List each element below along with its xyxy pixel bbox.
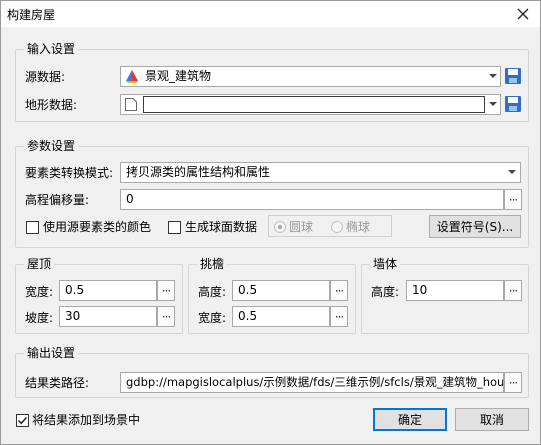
layer-icon <box>126 70 138 83</box>
result-path-label: 结果类路径: <box>25 376 90 390</box>
chevron-down-icon <box>489 74 497 78</box>
eaves-height-more-button[interactable]: ··· <box>330 280 348 301</box>
roof-width-input[interactable]: 0.5 <box>59 280 157 301</box>
terrain-data-save-button[interactable] <box>504 95 522 113</box>
sphere-radio-label: 圆球 <box>289 220 314 234</box>
param-settings-title: 参数设置 <box>24 138 79 154</box>
elevation-offset-value: 0 <box>126 192 134 206</box>
wall-title: 墙体 <box>370 256 401 272</box>
roof-slope-value: 30 <box>65 309 81 323</box>
blank-file-icon <box>125 98 137 111</box>
save-icon <box>505 96 521 112</box>
chevron-down-icon <box>508 170 516 174</box>
eaves-title: 挑檐 <box>197 256 228 272</box>
eaves-width-input[interactable]: 0.5 <box>232 306 330 327</box>
generate-sphere-checkbox[interactable] <box>168 221 181 234</box>
save-icon <box>505 68 521 84</box>
set-symbol-button[interactable]: 设置符号(S)... <box>429 215 521 238</box>
terrain-data-inner-field[interactable] <box>143 96 485 113</box>
close-button[interactable] <box>512 3 534 25</box>
sphere-type-radio-group <box>268 215 392 237</box>
roof-width-value: 0.5 <box>65 283 85 297</box>
source-data-dropdown-arrow[interactable] <box>485 67 501 86</box>
roof-slope-more-button[interactable]: ··· <box>157 306 175 327</box>
wall-height-more-button[interactable]: ··· <box>504 280 522 301</box>
source-data-label: 源数据: <box>25 70 66 84</box>
roof-slope-input[interactable]: 30 <box>59 306 157 327</box>
use-source-color-label: 使用源要素类的颜色 <box>43 220 152 234</box>
use-source-color-checkbox[interactable] <box>26 221 39 234</box>
generate-sphere-label: 生成球面数据 <box>185 220 258 234</box>
conversion-mode-dropdown-arrow[interactable] <box>504 163 520 182</box>
add-to-scene-checkbox[interactable] <box>16 414 29 427</box>
eaves-width-label: 宽度: <box>198 311 227 325</box>
conversion-mode-label: 要素类转换模式: <box>25 166 114 180</box>
wall-height-input[interactable]: 10 <box>406 280 504 301</box>
source-data-value: 景观_建筑物 <box>145 69 212 83</box>
build-house-dialog: 构建房屋 输入设置 源数据: 景观_建筑物 地形数据: 参数设置 要素类转换模式… <box>0 0 541 445</box>
sphere-radio[interactable] <box>274 221 286 233</box>
elevation-offset-more-button[interactable]: ··· <box>504 189 522 210</box>
wall-height-value: 10 <box>412 283 428 297</box>
title-bar: 构建房屋 <box>1 1 540 27</box>
conversion-mode-value: 拷贝源类的属性结构和属性 <box>126 165 271 179</box>
roof-width-label: 宽度: <box>25 285 54 299</box>
eaves-height-label: 高度: <box>198 285 227 299</box>
result-path-value: gdbp://mapgislocalplus/示例数据/fds/三维示例/sfc… <box>126 375 504 389</box>
source-data-save-button[interactable] <box>504 67 522 85</box>
ok-button[interactable]: 确定 <box>373 408 447 431</box>
output-settings-title: 输出设置 <box>24 345 79 361</box>
add-to-scene-label: 将结果添加到场景中 <box>32 413 141 427</box>
eaves-height-value: 0.5 <box>238 283 258 297</box>
eaves-height-input[interactable]: 0.5 <box>232 280 330 301</box>
source-data-combobox[interactable]: 景观_建筑物 <box>120 66 501 87</box>
roof-slope-label: 坡度: <box>25 311 54 325</box>
roof-width-more-button[interactable]: ··· <box>157 280 175 301</box>
terrain-data-label: 地形数据: <box>25 98 78 112</box>
cancel-button[interactable]: 取消 <box>455 408 529 431</box>
ellipsoid-radio-label: 椭球 <box>346 220 371 234</box>
conversion-mode-select[interactable]: 拷贝源类的属性结构和属性 <box>120 162 521 183</box>
checkmark-icon <box>17 416 28 425</box>
wall-height-label: 高度: <box>371 285 400 299</box>
input-settings-title: 输入设置 <box>24 41 79 57</box>
window-title: 构建房屋 <box>7 8 56 22</box>
terrain-data-dropdown-arrow[interactable] <box>485 95 501 114</box>
result-path-more-button[interactable]: ··· <box>504 372 522 393</box>
close-icon <box>517 8 529 20</box>
eaves-width-more-button[interactable]: ··· <box>330 306 348 327</box>
eaves-width-value: 0.5 <box>238 309 258 323</box>
chevron-down-icon <box>489 102 497 106</box>
ellipsoid-radio[interactable] <box>331 221 343 233</box>
result-path-input[interactable]: gdbp://mapgislocalplus/示例数据/fds/三维示例/sfc… <box>120 372 504 393</box>
roof-title: 屋顶 <box>24 256 55 272</box>
elevation-offset-label: 高程偏移量: <box>25 193 90 207</box>
elevation-offset-input[interactable]: 0 <box>120 189 504 210</box>
